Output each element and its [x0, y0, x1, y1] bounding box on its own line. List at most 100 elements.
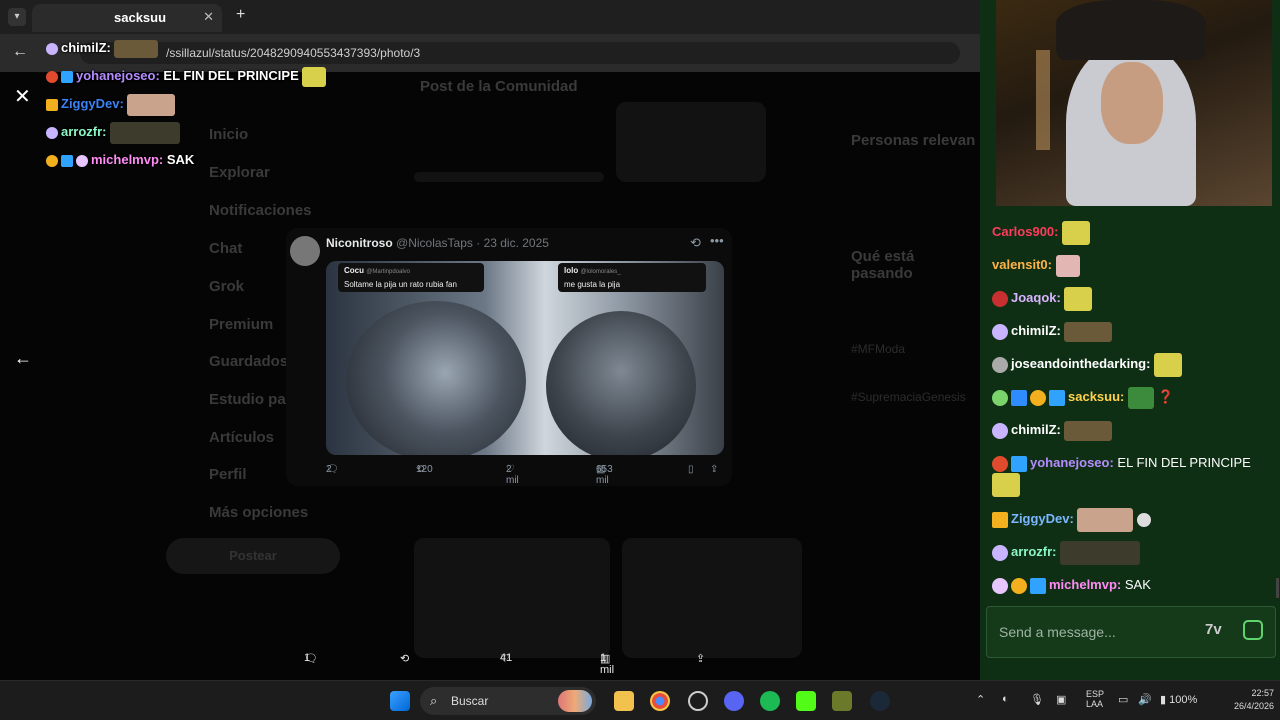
- clock[interactable]: 22:57 26/4/2026: [1218, 687, 1274, 713]
- chat-user[interactable]: Carlos900:: [992, 224, 1058, 239]
- sidebar-item-mas-opciones[interactable]: Más opciones: [209, 504, 308, 521]
- new-tab-button[interactable]: +: [236, 6, 245, 24]
- chat-line: chimilZ:: [992, 418, 1272, 451]
- post-share-icon[interactable]: ⇪: [696, 652, 705, 665]
- emote-picker-icon[interactable]: [1243, 620, 1263, 640]
- badge-icon: [1030, 577, 1046, 594]
- chat-user[interactable]: michelmvp:: [1049, 577, 1121, 592]
- overlay-chat-line: arrozfr:: [46, 118, 356, 146]
- meme-left-text: Soltame la pija un rato rubia fan: [344, 280, 457, 289]
- file-explorer-icon[interactable]: [614, 691, 634, 711]
- dim-bar: [414, 172, 604, 182]
- badge-icon: [61, 154, 73, 167]
- overlay-chat-user: michelmvp:: [91, 152, 164, 167]
- overlay-chat-line: yohanejoseo: EL FIN DEL PRINCIPE: [46, 62, 356, 90]
- chat-scrollbar[interactable]: [1276, 578, 1279, 598]
- emote-icon: [1055, 254, 1080, 277]
- microphone-icon[interactable]: 🎙: [1030, 693, 1044, 706]
- post-like-count: 41: [500, 652, 513, 664]
- badge-icon: [46, 42, 58, 55]
- bookmark-icon[interactable]: ▯: [688, 464, 694, 475]
- badge-icon: [992, 577, 1008, 594]
- sidebar-item-estudio[interactable]: Estudio pa: [209, 391, 286, 408]
- tweet-author-name[interactable]: Niconitroso: [326, 236, 393, 250]
- steam-icon[interactable]: [870, 691, 890, 711]
- chat-message-input[interactable]: [999, 621, 1179, 643]
- obs-icon[interactable]: [688, 691, 708, 711]
- tweet-author-handle[interactable]: @NicolasTaps: [396, 236, 473, 250]
- chat-message-list: Carlos900: valensit0: Joaqok: chimilZ: j…: [992, 220, 1272, 606]
- repost-count: 120: [416, 464, 433, 475]
- share-icon[interactable]: ⇪: [710, 464, 718, 475]
- previous-arrow-icon[interactable]: ←: [14, 348, 32, 369]
- taskbar-search[interactable]: ⌕ Buscar: [420, 687, 596, 715]
- windows-start-icon[interactable]: [390, 691, 410, 711]
- emote-icon: [992, 473, 1020, 497]
- sidebar-item-perfil[interactable]: Perfil: [209, 466, 247, 483]
- sidebar-item-notificaciones[interactable]: Notificaciones: [209, 202, 312, 219]
- trend-tag-2[interactable]: #SupremaciaGenesis: [851, 390, 966, 404]
- layout-code: LAA: [1086, 699, 1104, 709]
- close-icon[interactable]: ✕: [14, 84, 31, 109]
- sidebar-item-grok[interactable]: Grok: [209, 278, 244, 295]
- chrome-icon[interactable]: [650, 691, 670, 711]
- search-label: Buscar: [451, 694, 489, 708]
- chat-line: valensit0:: [992, 253, 1272, 286]
- chat-user[interactable]: sacksuu:: [1068, 389, 1124, 404]
- badge-icon: [46, 154, 58, 167]
- tab-title: sacksuu: [114, 10, 167, 25]
- clock-date: 26/4/2026: [1233, 701, 1274, 711]
- browser-tab[interactable]: sacksuu ✕: [32, 4, 222, 32]
- tweet-image[interactable]: Cocu @Martinpdoalvo Soltame la pija un r…: [326, 261, 724, 455]
- hat-shape: [1056, 0, 1206, 60]
- chat-user[interactable]: chimilZ:: [1011, 323, 1061, 338]
- quoted-tweet[interactable]: Niconitroso @NicolasTaps · 23 dic. 2025 …: [286, 228, 732, 486]
- tray-chevron-icon[interactable]: ⌃: [976, 693, 985, 706]
- dim-image-3: [622, 538, 802, 658]
- app-icon[interactable]: [832, 691, 852, 711]
- tweet-actions: 🗨 2 ⟲ 120 ♡ 2 mil ▥ 653 mil ▯ ⇪: [326, 464, 726, 486]
- tray-app-icon[interactable]: ◐: [1002, 693, 1009, 705]
- chat-user[interactable]: Joaqok:: [1011, 290, 1061, 305]
- trend-tag-1[interactable]: #MFModa: [851, 342, 905, 356]
- tray-screen-icon[interactable]: ▣: [1056, 693, 1066, 706]
- right-title-people: Personas relevan: [851, 132, 976, 149]
- more-icon[interactable]: •••: [710, 233, 724, 248]
- chat-user[interactable]: valensit0:: [992, 257, 1052, 272]
- post-button[interactable]: Postear: [166, 538, 340, 574]
- language-indicator[interactable]: ESP LAA: [1086, 689, 1104, 709]
- badge-icon: [46, 98, 58, 111]
- avatar[interactable]: [290, 236, 320, 266]
- back-arrow-icon[interactable]: ←: [12, 43, 28, 61]
- chat-user[interactable]: joseandointhedarking:: [1011, 356, 1150, 371]
- volume-icon[interactable]: 🔊: [1138, 693, 1152, 706]
- sidebar-item-premium[interactable]: Premium: [209, 316, 273, 333]
- sidebar-item-guardados[interactable]: Guardados: [209, 353, 288, 370]
- badge-icon: [992, 455, 1008, 472]
- overlay-chat: chimilZ: yohanejoseo: EL FIN DEL PRINCIP…: [46, 34, 356, 174]
- battery-level: 100%: [1169, 694, 1198, 706]
- badge-icon: [1011, 455, 1027, 472]
- post-reply-count: 1: [304, 652, 311, 664]
- chat-line: ZiggyDev:: [992, 507, 1272, 540]
- post-repost-icon[interactable]: ⟲: [400, 652, 409, 665]
- tab-search-button[interactable]: ▾: [8, 8, 26, 26]
- network-icon[interactable]: ▭: [1118, 693, 1128, 706]
- tab-close-icon[interactable]: ✕: [203, 9, 214, 25]
- grok-icon[interactable]: ⟲: [690, 235, 701, 251]
- like-count: 2 mil: [506, 464, 519, 486]
- emote-icon: [1062, 220, 1091, 245]
- chat-user[interactable]: yohanejoseo:: [1030, 455, 1114, 470]
- badge-icon: [992, 544, 1008, 561]
- sidebar-item-articulos[interactable]: Artículos: [209, 429, 274, 446]
- spotify-icon[interactable]: [760, 691, 780, 711]
- badge-icon: [992, 389, 1008, 406]
- 7tv-icon[interactable]: 7v: [1205, 621, 1222, 638]
- chat-user[interactable]: ZiggyDev:: [1011, 511, 1074, 526]
- chat-user[interactable]: arrozfr:: [1011, 544, 1057, 559]
- chat-user[interactable]: chimilZ:: [1011, 422, 1061, 437]
- kick-icon[interactable]: [796, 691, 816, 711]
- discord-icon[interactable]: [724, 691, 744, 711]
- sidebar-item-chat[interactable]: Chat: [209, 240, 242, 257]
- battery-indicator[interactable]: ▮ 100%: [1160, 693, 1197, 706]
